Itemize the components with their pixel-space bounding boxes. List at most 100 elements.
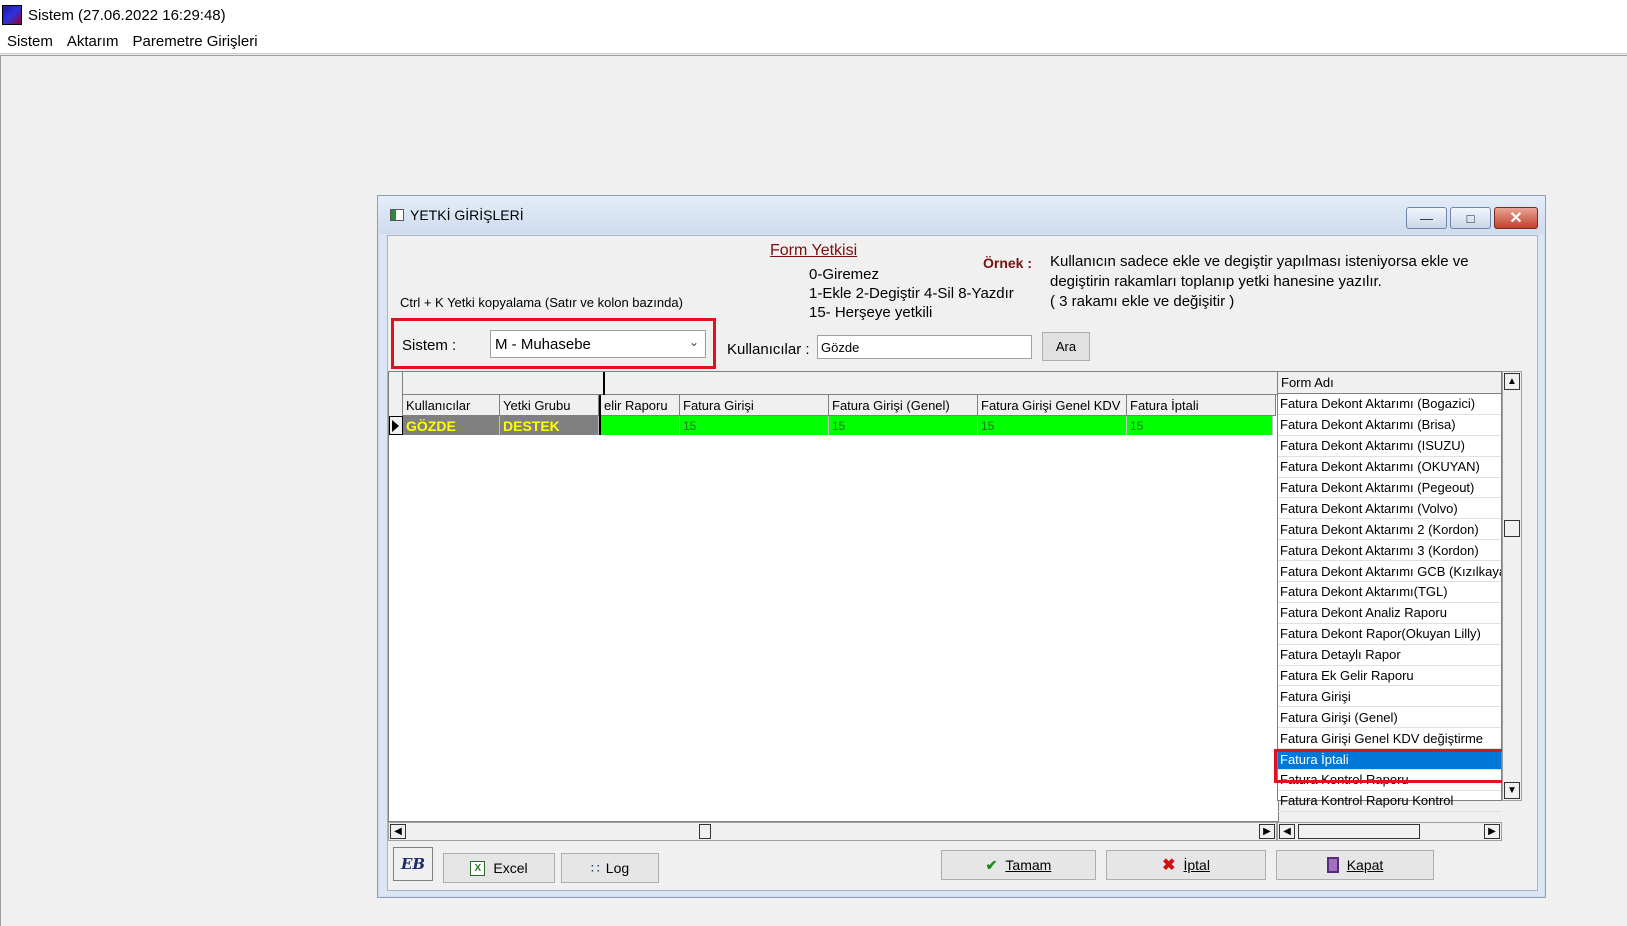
list-item[interactable]: Fatura Dekont Aktarımı 3 (Kordon)	[1278, 540, 1501, 562]
cell-fatura-girisi[interactable]: 15	[680, 416, 829, 435]
menu-paremetre-girisleri[interactable]: Paremetre Girişleri	[126, 33, 265, 50]
list-item[interactable]: Fatura Ek Gelir Raporu	[1278, 666, 1501, 687]
legend-ekle-degistir: 1-Ekle 2-Degiştir 4-Sil 8-Yazdır	[809, 285, 1014, 302]
table-row[interactable]: GÖZDE DESTEK 15 15 15 15	[403, 416, 1273, 435]
header-yetki-grubu[interactable]: Yetki Grubu	[500, 395, 599, 416]
yetki-girisleri-dialog: YETKİ GİRİŞLERİ — □ ✕ Form Yetkisi Örnek…	[377, 195, 1546, 898]
list-item[interactable]: Fatura Dekont Aktarımı GCB (Kızılkaya)	[1278, 561, 1501, 583]
header-fatura-girisi[interactable]: Fatura Girişi	[680, 395, 829, 416]
ara-button-label: Ara	[1055, 339, 1077, 354]
list-item[interactable]: Fatura Dekont Aktarımı(TGL)	[1278, 582, 1501, 603]
permission-grid[interactable]: Kullanıcılar Yetki Grubu elir Raporu Fat…	[388, 371, 1279, 822]
band-separator	[603, 372, 605, 395]
door-exit-icon	[1326, 857, 1339, 873]
header-gelir-raporu[interactable]: elir Raporu	[601, 395, 680, 416]
legend-giremez: 0-Giremez	[809, 266, 880, 283]
list-item[interactable]: Fatura Girişi Genel KDV değiştirme	[1278, 728, 1501, 750]
ornek-label: Örnek :	[983, 255, 1033, 271]
list-item[interactable]: Fatura Dekont Aktarımı (OKUYAN)	[1278, 457, 1501, 478]
header-fatura-iptali[interactable]: Fatura İptali	[1127, 395, 1276, 416]
menu-aktarim[interactable]: Aktarım	[60, 33, 126, 50]
list-item[interactable]: Fatura Dekont Rapor(Okuyan Lilly)	[1278, 624, 1501, 645]
list-item[interactable]: Fatura Detaylı Rapor	[1278, 645, 1501, 666]
close-button[interactable]: ✕	[1494, 207, 1538, 229]
log-icon: ∷	[590, 859, 600, 876]
bottom-button-bar: EB X Excel ∷ Log ✔ Tamam ✖ İptal Kapat	[388, 844, 1537, 890]
list-item[interactable]: Fatura Dekont Aktarımı (Brisa)	[1278, 415, 1501, 436]
cell-group[interactable]: DESTEK	[500, 416, 599, 435]
scroll-left-icon[interactable]: ◀	[1279, 824, 1295, 839]
maximize-button[interactable]: □	[1450, 207, 1491, 229]
form-list-scroll-thumb[interactable]	[1504, 520, 1520, 537]
menu-sistem[interactable]: Sistem	[0, 33, 60, 50]
ornek-text-body: Kullanıcın sadece ekle ve degiştir yapıl…	[1050, 253, 1469, 310]
check-icon: ✔	[985, 856, 998, 873]
header-kullanicilar[interactable]: Kullanıcılar	[403, 395, 500, 416]
maximize-icon: □	[1466, 210, 1475, 226]
log-button[interactable]: ∷ Log	[561, 853, 659, 883]
current-row-arrow-icon	[392, 420, 399, 432]
scroll-right-icon[interactable]: ▶	[1259, 824, 1275, 839]
ara-button[interactable]: Ara	[1042, 332, 1090, 361]
list-item[interactable]: Fatura Girişi	[1278, 686, 1501, 708]
excel-button[interactable]: X Excel	[443, 853, 555, 883]
iptal-button-label: İptal	[1183, 857, 1210, 873]
list-item[interactable]: Fatura Dekont Aktarımı (Volvo)	[1278, 498, 1501, 520]
excel-button-label: Excel	[493, 860, 528, 876]
log-button-label: Log	[605, 860, 630, 876]
form-list-vertical-scrollbar[interactable]: ▲ ▼	[1502, 371, 1522, 801]
x-icon: ✖	[1162, 857, 1176, 874]
scroll-up-icon[interactable]: ▲	[1504, 373, 1520, 390]
form-list[interactable]: Form Adı Fatura Dekont Aktarımı (Bogazic…	[1277, 371, 1502, 812]
kapat-button[interactable]: Kapat	[1276, 850, 1434, 880]
eb-logo-icon: EB	[400, 855, 426, 873]
close-icon: ✕	[1509, 210, 1523, 227]
grid-scroll-thumb[interactable]	[699, 824, 711, 839]
list-item[interactable]: Fatura Dekont Aktarımı (Bogazici)	[1278, 394, 1501, 415]
cell-fatura-girisi-genel[interactable]: 15	[829, 416, 978, 435]
dialog-title: YETKİ GİRİŞLERİ	[410, 207, 524, 223]
tamam-button-label: Tamam	[1005, 857, 1052, 873]
dialog-body: Form Yetkisi Örnek : Kullanıcın sadece e…	[387, 235, 1538, 891]
cell-fatura-girisi-genel-kdv[interactable]: 15	[978, 416, 1127, 435]
excel-icon: X	[470, 860, 486, 876]
dialog-titlebar[interactable]: YETKİ GİRİŞLERİ — □ ✕	[378, 196, 1545, 234]
minimize-icon: —	[1420, 210, 1433, 226]
tamam-button[interactable]: ✔ Tamam	[941, 850, 1096, 880]
scroll-left-icon[interactable]: ◀	[390, 824, 406, 839]
list-item[interactable]: Fatura Dekont Analiz Raporu	[1278, 603, 1501, 624]
cell-user[interactable]: GÖZDE	[403, 416, 500, 435]
selected-form-highlight-box	[1274, 749, 1505, 783]
header-fatura-girisi-genel-kdv[interactable]: Fatura Girişi Genel KDV	[978, 395, 1127, 416]
list-item[interactable]: Fatura Dekont Aktarımı 2 (Kordon)	[1278, 519, 1501, 541]
eb-logo-button[interactable]: EB	[393, 847, 433, 881]
list-item[interactable]: Fatura Dekont Aktarımı (Pegeout)	[1278, 478, 1501, 499]
form-list-horizontal-scrollbar[interactable]: ◀ ▶	[1277, 822, 1502, 841]
form-list-hscroll-thumb[interactable]	[1298, 824, 1420, 839]
ctrl-k-hint: Ctrl + K Yetki kopyalama (Satır ve kolon…	[400, 295, 683, 310]
header-fatura-girisi-genel[interactable]: Fatura Girişi (Genel)	[829, 395, 978, 416]
grid-horizontal-scrollbar[interactable]: ◀ ▶	[388, 822, 1277, 841]
ornek-text: Kullanıcın sadece ekle ve degiştir yapıl…	[1050, 252, 1530, 312]
list-item[interactable]: Fatura Kontrol Raporu Kontrol	[1278, 791, 1501, 812]
form-yetkisi-title: Form Yetkisi	[770, 242, 858, 259]
kullanicilar-input[interactable]: Gözde	[817, 335, 1032, 359]
list-item[interactable]: Fatura Girişi (Genel)	[1278, 707, 1501, 729]
app-menubar: Sistem Aktarım Paremetre Girişleri	[0, 30, 1627, 54]
grid-header: Kullanıcılar Yetki Grubu elir Raporu Fat…	[403, 395, 1276, 416]
cell-fatura-iptali[interactable]: 15	[1127, 416, 1273, 435]
list-item[interactable]: Fatura Dekont Aktarımı (ISUZU)	[1278, 436, 1501, 457]
minimize-button[interactable]: —	[1406, 207, 1447, 229]
kapat-button-label: Kapat	[1346, 857, 1384, 873]
app-title: Sistem (27.06.2022 16:29:48)	[28, 6, 226, 24]
kullanicilar-label: Kullanıcılar :	[727, 341, 810, 358]
app-icon	[2, 5, 22, 25]
form-list-header[interactable]: Form Adı	[1278, 372, 1501, 394]
scroll-down-icon[interactable]: ▼	[1504, 782, 1520, 799]
scroll-right-icon[interactable]: ▶	[1484, 824, 1500, 839]
cell-gelir-raporu[interactable]	[601, 416, 680, 435]
grid-band	[389, 372, 1278, 395]
sistem-highlight-box	[391, 318, 716, 369]
app-titlebar: Sistem (27.06.2022 16:29:48)	[0, 0, 1627, 30]
iptal-button[interactable]: ✖ İptal	[1106, 850, 1266, 880]
